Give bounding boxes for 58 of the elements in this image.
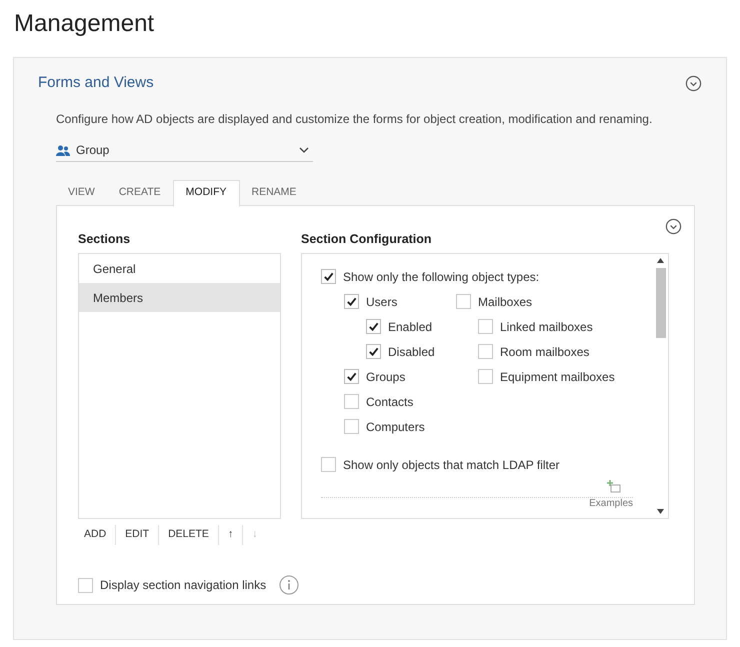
sections-heading: Sections: [78, 230, 132, 248]
checkbox-label: Linked mailboxes: [500, 318, 593, 336]
checkbox-label: Contacts: [366, 394, 414, 411]
toolbar-button[interactable]: ↑: [218, 525, 242, 546]
toolbar-button[interactable]: DELETE: [158, 525, 218, 546]
collapse-icon[interactable]: [665, 218, 682, 234]
checkbox[interactable]: [456, 294, 471, 310]
toolbar-button[interactable]: ADD: [78, 525, 116, 546]
checkmark-icon: [323, 271, 334, 282]
section-item[interactable]: Members: [79, 283, 280, 312]
description-text: Configure how AD objects are displayed and customize the forms for object creation, modification and renaming.: [56, 110, 654, 128]
tab[interactable]: RENAME: [240, 180, 308, 206]
toolbar-button[interactable]: EDIT: [115, 525, 158, 546]
checkbox-label: Disabled: [388, 344, 435, 361]
checkmark-icon: [368, 321, 379, 332]
scrollbar-thumb[interactable]: [656, 268, 666, 338]
checkbox[interactable]: [366, 344, 381, 360]
checkbox[interactable]: [478, 369, 493, 384]
info-icon[interactable]: [279, 575, 300, 596]
tab[interactable]: MODIFY: [172, 180, 240, 206]
checkbox-label: Show only the following object types:: [343, 268, 540, 286]
card-title: Forms and Views: [38, 73, 154, 93]
checkbox-label: Users: [366, 294, 398, 311]
checkmark-icon: [346, 371, 357, 382]
checkbox-label: Groups: [366, 368, 406, 386]
object-type-dropdown[interactable]: Group: [56, 140, 313, 162]
checkbox-label: Room mailboxes: [500, 344, 590, 361]
tab[interactable]: CREATE: [106, 180, 173, 206]
collapse-icon[interactable]: [685, 74, 702, 92]
checkbox-label: Mailboxes: [478, 294, 532, 311]
examples-link[interactable]: Examples: [589, 498, 633, 510]
checkbox[interactable]: [78, 578, 93, 593]
section-item[interactable]: General: [79, 254, 280, 284]
checkbox[interactable]: [344, 369, 359, 384]
dropdown-value: Group: [76, 142, 110, 159]
users-icon: [56, 144, 70, 156]
checkbox[interactable]: [478, 344, 493, 360]
checkbox-label: Equipment mailboxes: [500, 368, 615, 386]
configuration-heading: Section Configuration: [301, 230, 433, 248]
tab[interactable]: VIEW: [56, 180, 107, 206]
checkbox[interactable]: [366, 319, 381, 334]
checkbox[interactable]: [344, 419, 359, 434]
checkbox-label: Computers: [366, 418, 425, 436]
page-title: Management: [14, 9, 156, 39]
checkbox-label: Display section navigation links: [100, 577, 266, 594]
checkbox-label: Enabled: [388, 318, 432, 336]
checkmark-icon: [368, 346, 379, 358]
checkbox[interactable]: [344, 294, 359, 310]
checkbox[interactable]: [344, 394, 359, 410]
scroll-down-icon[interactable]: [657, 509, 664, 514]
scroll-up-icon[interactable]: [657, 258, 664, 264]
checkbox[interactable]: [321, 457, 336, 472]
add-filter-icon: [607, 480, 621, 494]
checkbox-label: Show only objects that match LDAP filter: [343, 456, 560, 474]
checkbox[interactable]: [321, 269, 336, 284]
caret-icon: [299, 147, 309, 153]
checkbox[interactable]: [478, 319, 493, 334]
checkmark-icon: [346, 296, 357, 308]
